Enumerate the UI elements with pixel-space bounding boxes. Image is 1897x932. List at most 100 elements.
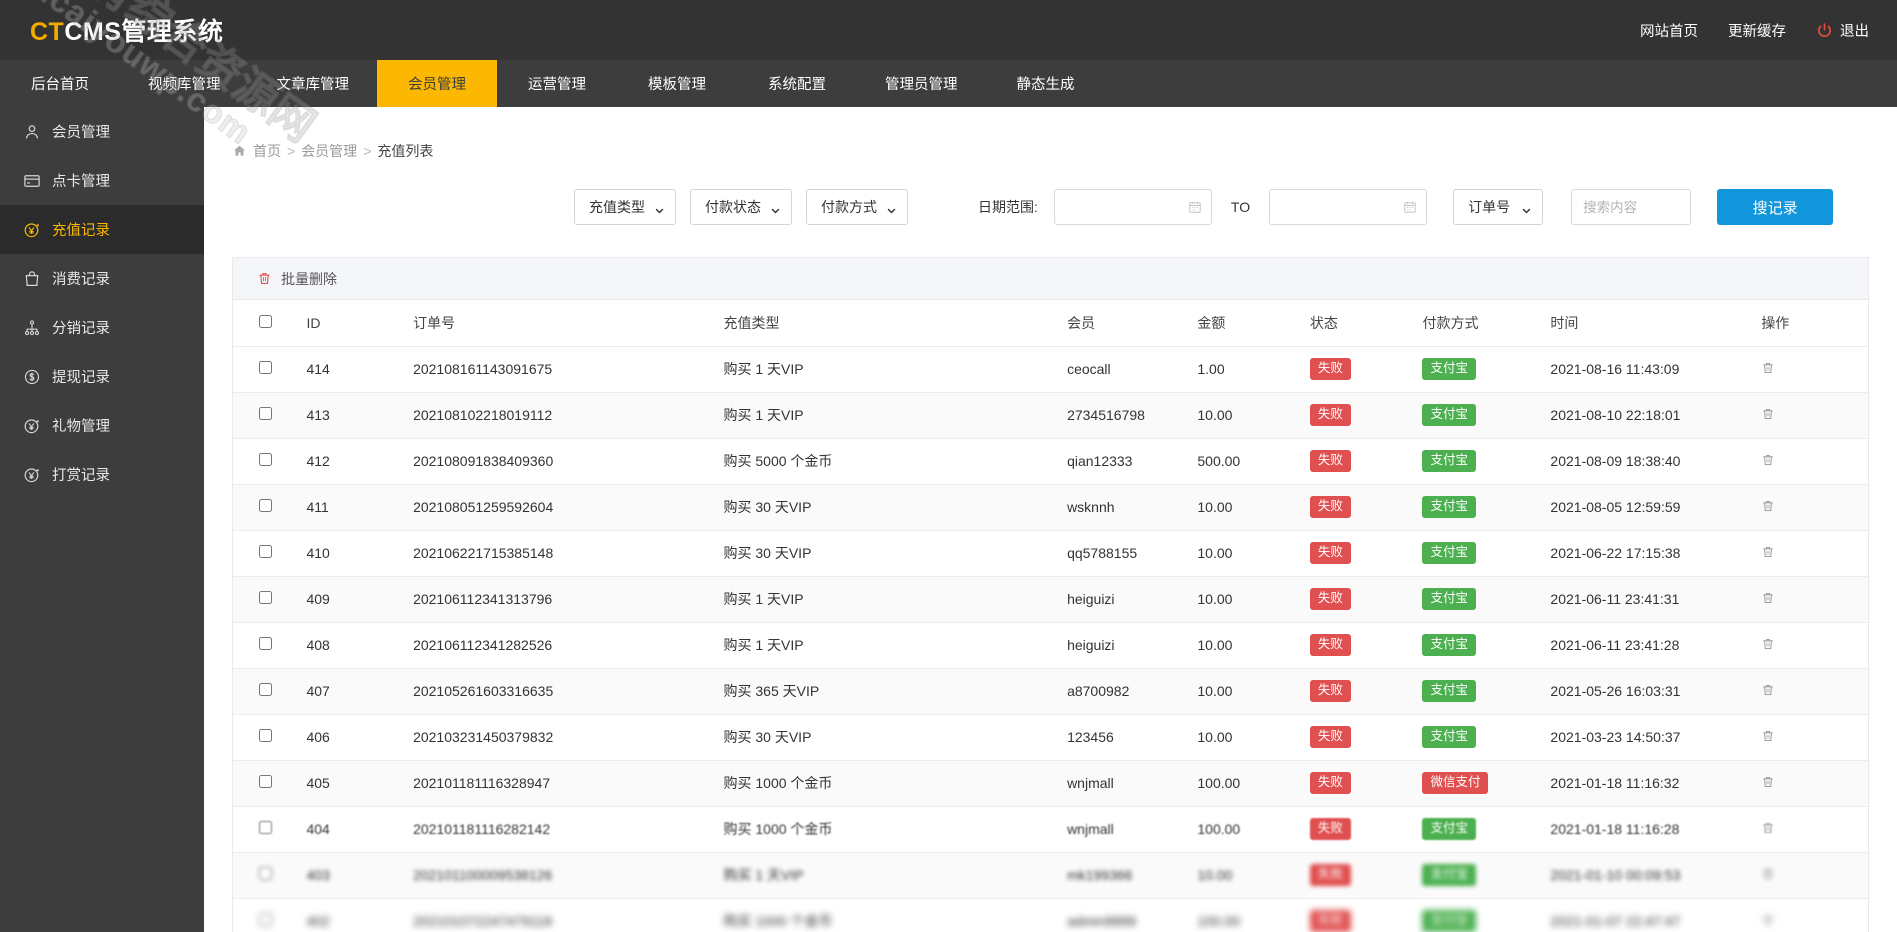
row-checkbox[interactable] [259,591,272,604]
select-all-checkbox[interactable] [259,314,272,328]
delete-row-icon[interactable] [1761,914,1775,931]
table-row[interactable]: 410 202106221715385148 购买 30 天VIP qq5788155… [233,530,1868,577]
bulk-delete-label: 批量删除 [281,270,337,287]
logout-label: 退出 [1840,23,1869,40]
row-checkbox[interactable] [259,361,272,374]
delete-row-icon[interactable] [1761,684,1775,701]
column-header-action: 操作 [1761,300,1868,347]
sidebar-item-distribution-records[interactable]: 分销记录 [0,303,204,352]
cell-action [1761,530,1868,577]
nav-tab-7[interactable]: 管理员管理 [857,60,986,107]
sidebar-item-recharge-records[interactable]: 充值记录 [0,205,204,254]
cell-status: 失败 [1309,346,1423,393]
cell-recharge-type: 购买 30 天VIP [723,530,1068,577]
bag-icon [22,269,41,288]
delete-row-icon[interactable] [1761,454,1775,471]
cell-amount: 100.00 [1197,898,1310,932]
sidebar-item-member[interactable]: 会员管理 [0,107,204,156]
table-row[interactable]: 408 202106112341282526 购买 1 天VIP heiguizi 10… [233,622,1868,669]
delete-row-icon[interactable] [1761,776,1775,793]
nav-tab-1[interactable]: 视频库管理 [120,60,249,107]
delete-row-icon[interactable] [1761,868,1775,885]
table-row[interactable]: 406 202103231450379832 购买 30 天VIP 123456 10.… [233,714,1868,761]
logout-link[interactable]: 退出 [1816,20,1869,41]
delete-row-icon[interactable] [1761,592,1775,609]
delete-row-icon[interactable] [1761,500,1775,517]
search-field-select[interactable]: 订单号 [1453,189,1544,225]
row-checkbox[interactable] [259,821,272,834]
breadcrumb-level2[interactable]: 会员管理 [301,141,357,161]
table-row[interactable]: 411 202108051259592604 购买 30 天VIP wsknnh 10.… [233,484,1868,531]
date-start-field[interactable] [1053,189,1212,225]
cell-time: 2021-08-10 22:18:01 [1550,392,1762,439]
delete-row-icon[interactable] [1761,638,1775,655]
cell-status: 失败 [1309,852,1423,899]
row-checkbox[interactable] [259,453,272,466]
app-logo[interactable]: CTCMS管理系统 [30,12,223,48]
table-row[interactable]: 403 202101100009538126 购买 1 天VIP mk199366 10… [233,852,1868,899]
nav-tab-5[interactable]: 模板管理 [617,60,737,107]
search-input[interactable] [1571,189,1692,225]
sidebar-item-withdraw-records[interactable]: 提现记录 [0,352,204,401]
cell-id: 403 [306,852,414,899]
update-cache-link[interactable]: 更新缓存 [1728,20,1786,41]
row-checkbox[interactable] [259,499,272,512]
cell-id: 410 [306,530,414,577]
table-row[interactable]: 402 202101072247479118 购买 1000 个金币 admin888… [233,898,1868,932]
date-end-field[interactable] [1269,189,1428,225]
row-checkbox[interactable] [259,683,272,696]
delete-row-icon[interactable] [1761,408,1775,425]
table-row[interactable]: 404 202101181116282142 购买 1000 个金币 wnjmall 1… [233,806,1868,853]
table-row[interactable]: 412 202108091838409360 购买 5000 个金币 qian1233… [233,438,1868,485]
sidebar-item-card[interactable]: 点卡管理 [0,156,204,205]
delete-row-icon[interactable] [1761,362,1775,379]
row-checkbox[interactable] [259,729,272,742]
delete-row-icon[interactable] [1761,822,1775,839]
payment-method-badge: 支付宝 [1422,680,1476,702]
nav-tab-0[interactable]: 后台首页 [0,60,120,107]
nav-tab-3[interactable]: 会员管理 [377,60,497,107]
payment-method-badge: 支付宝 [1422,542,1476,564]
cell-member: 123456 [1067,714,1198,761]
search-records-button[interactable]: 搜记录 [1717,189,1834,225]
records-table: ID 订单号 充值类型 会员 金额 状态 付款方式 时间 操作 414 20210… [233,300,1868,932]
nav-tab-2[interactable]: 文章库管理 [249,60,378,107]
sidebar-item-gift-management[interactable]: 礼物管理 [0,401,204,450]
breadcrumb-home[interactable]: 首页 [253,141,281,161]
recharge-type-select[interactable]: 充值类型 [574,189,676,225]
delete-row-icon[interactable] [1761,546,1775,563]
nav-tab-8[interactable]: 静态生成 [986,60,1106,107]
cell-amount: 100.00 [1197,760,1310,807]
row-checkbox[interactable] [259,407,272,420]
row-select-cell [233,346,307,393]
pay-method-select[interactable]: 付款方式 [806,189,908,225]
table-row[interactable]: 414 202108161143091675 购买 1 天VIP ceocall 1.0… [233,346,1868,393]
row-select-cell [233,530,307,577]
site-home-link[interactable]: 网站首页 [1640,20,1698,41]
cell-action [1761,392,1868,439]
bulk-delete-button[interactable]: 批量删除 [257,269,337,289]
content-area: 首页 > 会员管理 > 充值列表 充值类型 付款状态 付款方式 日期范围: TO… [204,107,1897,932]
table-row[interactable]: 413 202108102218019112 购买 1 天VIP 2734516798… [233,392,1868,439]
table-row[interactable]: 405 202101181116328947 购买 1000 个金币 wnjmall 1… [233,760,1868,807]
nav-tab-6[interactable]: 系统配置 [737,60,857,107]
sidebar-item-consumption-records[interactable]: 消费记录 [0,254,204,303]
cell-order-number: 202108091838409360 [413,438,724,485]
table-row[interactable]: 407 202105261603316635 购买 365 天VIP a8700982… [233,668,1868,715]
row-checkbox[interactable] [259,913,272,926]
row-checkbox[interactable] [259,867,272,880]
pay-status-select[interactable]: 付款状态 [690,189,792,225]
records-panel: 批量删除 ID 订单号 充值类型 会员 金额 状态 付款方式 时间 操作 414… [232,257,1869,932]
cell-amount: 10.00 [1197,714,1310,761]
delete-row-icon[interactable] [1761,730,1775,747]
cell-amount: 10.00 [1197,622,1310,669]
nav-tab-4[interactable]: 运营管理 [497,60,617,107]
row-checkbox[interactable] [259,545,272,558]
payment-method-badge: 支付宝 [1422,588,1476,610]
row-checkbox[interactable] [259,637,272,650]
row-checkbox[interactable] [259,775,272,788]
sidebar-item-reward-records[interactable]: 打赏记录 [0,450,204,499]
status-badge: 失败 [1309,772,1351,794]
table-row[interactable]: 409 202106112341313796 购买 1 天VIP heiguizi 10… [233,576,1868,623]
cell-member: a8700982 [1067,668,1198,715]
